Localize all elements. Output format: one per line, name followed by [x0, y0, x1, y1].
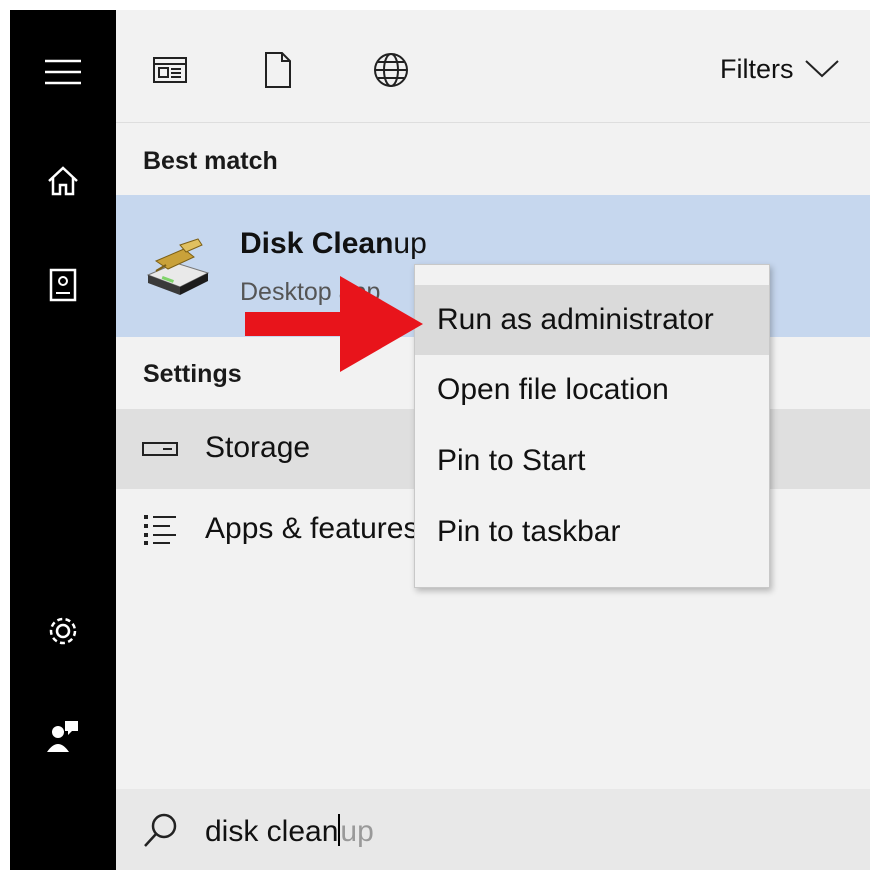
filters-button[interactable]: Filters: [720, 54, 840, 85]
filters-label: Filters: [720, 54, 794, 84]
hamburger-menu-icon[interactable]: [35, 44, 91, 100]
settings-gear-icon[interactable]: [35, 603, 91, 659]
search-box[interactable]: disk cleanup: [116, 789, 870, 870]
result-subtitle: Desktop app: [240, 278, 381, 306]
settings-item-label: Storage: [205, 431, 311, 464]
storage-drive-icon: [140, 431, 180, 467]
search-icon: [142, 811, 180, 849]
settings-item-label: Apps & features: [205, 512, 419, 545]
search-input[interactable]: disk cleanup: [205, 814, 374, 849]
best-match-heading: Best match: [143, 147, 278, 175]
notebook-icon[interactable]: [35, 258, 91, 314]
chevron-down-icon: [804, 54, 840, 85]
context-menu: Run as administrator Open file location …: [414, 264, 770, 588]
disk-cleanup-icon: [142, 235, 214, 299]
feedback-person-icon[interactable]: [35, 708, 91, 764]
left-rail: [10, 10, 116, 870]
web-scope-icon[interactable]: [369, 50, 413, 90]
result-title-rest: up: [393, 227, 427, 260]
search-suggestion: up: [340, 815, 374, 848]
result-title: Disk Cleanup: [240, 227, 427, 261]
menu-item-open-file-location[interactable]: Open file location: [415, 355, 769, 425]
apps-scope-icon[interactable]: [148, 50, 192, 90]
start-search-window: Filters Best match Disk Cleanup Desktop …: [10, 10, 870, 870]
menu-item-run-as-administrator[interactable]: Run as administrator: [415, 285, 769, 355]
home-icon[interactable]: [35, 153, 91, 209]
documents-scope-icon[interactable]: [256, 50, 300, 90]
settings-heading: Settings: [143, 360, 242, 388]
apps-list-icon: [140, 512, 180, 548]
menu-item-pin-to-taskbar[interactable]: Pin to taskbar: [415, 497, 769, 567]
menu-item-pin-to-start[interactable]: Pin to Start: [415, 426, 769, 496]
result-title-matched: Disk Clean: [240, 227, 394, 260]
search-typed-text: disk clean: [205, 815, 339, 848]
search-scope-toolbar: Filters: [116, 10, 870, 123]
